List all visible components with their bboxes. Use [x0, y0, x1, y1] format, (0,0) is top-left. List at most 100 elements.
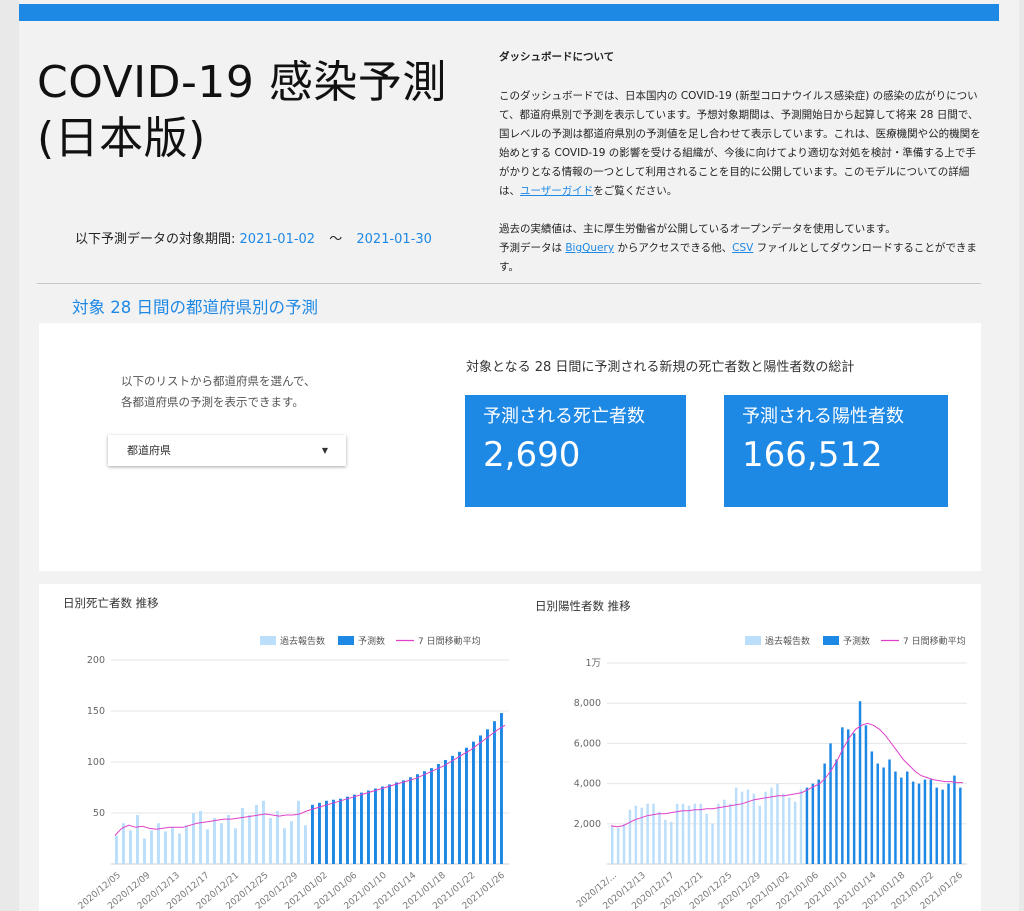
period-label: 以下予測データの対象期間: [75, 232, 236, 247]
forecast-bar [465, 747, 468, 864]
past-bar [164, 831, 167, 864]
past-bar [799, 789, 803, 864]
dropdown-value: 都道府県 [127, 444, 171, 457]
page-title: COVID-19 感染予測 (日本版) [37, 57, 447, 164]
positives-kpi-card: 予測される陽性者数 166,512 [724, 395, 948, 507]
kpi-label: 予測される死亡者数 [483, 406, 645, 427]
forecast-bar [953, 775, 956, 864]
forecast-bar [923, 779, 927, 864]
forecast-bar [805, 787, 809, 864]
instruction-line: 以下のリストから都道府県を選んで、 [121, 374, 316, 388]
forecast-bar [817, 779, 820, 864]
past-bar [711, 823, 714, 864]
y-tick-label: 100 [87, 757, 105, 768]
past-bar [290, 821, 293, 864]
forecast-period: 以下予測データの対象期間: 2021-01-02 〜 2021-01-30 [75, 228, 432, 247]
past-bar [227, 815, 230, 864]
selector-instruction: 以下のリストから都道府県を選んで、 各都道府県の予測を表示できます。 [121, 371, 381, 413]
past-bar [681, 803, 685, 864]
past-bar [729, 803, 732, 864]
csv-link[interactable]: CSV [732, 242, 753, 254]
charts-card: 日別死亡者数 推移 過去報告数 予測数 7 日間移動平均 50 100 150 200 202… [39, 584, 981, 911]
past-bar [699, 803, 702, 864]
deaths-kpi-card: 予測される死亡者数 2,690 [465, 395, 686, 507]
y-tick-label: 200 [87, 655, 105, 666]
past-bar [150, 830, 153, 864]
past-bar [136, 815, 139, 864]
forecast-bar [811, 783, 815, 864]
forecast-bar [894, 771, 897, 864]
past-bar [675, 803, 679, 864]
forecast-bar [906, 771, 909, 864]
forecast-bar [852, 733, 856, 864]
bigquery-link[interactable]: BigQuery [565, 242, 614, 254]
past-bar [640, 807, 643, 864]
period-separator: 〜 [329, 232, 343, 247]
data-source-text: 過去の実績値は、主に厚生労働省が公開しているオープンデータを使用しています。 [499, 223, 896, 235]
forecast-bar [500, 713, 503, 864]
forecast-bar [325, 800, 328, 864]
past-bar [122, 823, 125, 864]
past-bar [658, 811, 661, 864]
past-bar [297, 800, 300, 864]
past-bar [687, 805, 691, 864]
past-bar [143, 838, 146, 864]
top-accent-bar [19, 4, 999, 21]
caret-down-icon: ▼ [321, 446, 328, 455]
data-access-text-2: からアクセスできる他、 [614, 242, 733, 254]
past-bar [129, 830, 132, 864]
forecast-bar [367, 790, 370, 864]
past-bar [199, 810, 202, 864]
legend-average-label: 7 日間移動平均 [418, 635, 481, 647]
past-bar [248, 815, 251, 864]
forecast-bar [479, 735, 482, 864]
about-heading: ダッシュボードについて [499, 51, 615, 63]
past-bar [304, 825, 307, 864]
past-bar [611, 825, 614, 864]
past-bar [185, 825, 188, 864]
positives-chart-title: 日別陽性者数 推移 [535, 599, 631, 613]
legend-past-label: 過去報告数 [765, 635, 810, 647]
forecast-bar [882, 767, 885, 864]
past-bar [788, 797, 791, 864]
y-tick-label: 4,000 [574, 779, 601, 790]
forecast-bar [911, 781, 915, 864]
y-tick-label: 8,000 [574, 698, 601, 709]
user-guide-link[interactable]: ユーザーガイド [520, 185, 593, 197]
forecast-bar [458, 751, 461, 864]
past-bar [206, 829, 209, 864]
forecast-summary-card: 以下のリストから都道府県を選んで、 各都道府県の予測を表示できます。 都道府県 … [39, 323, 981, 571]
forecast-bar [472, 741, 475, 864]
past-bar [269, 818, 272, 864]
forecast-bar [339, 798, 342, 864]
kpi-value: 2,690 [483, 435, 581, 475]
past-bar [634, 805, 638, 864]
header-divider [37, 283, 981, 284]
forecast-bar [917, 783, 921, 864]
forecast-bar [888, 759, 891, 864]
prefecture-dropdown[interactable]: 都道府県 ▼ [108, 435, 346, 466]
past-bar [283, 828, 286, 864]
past-bar [770, 787, 773, 864]
forecast-bar [486, 729, 489, 864]
past-bar [276, 810, 279, 864]
past-bar [752, 793, 756, 864]
forecast-bar [395, 782, 398, 864]
forecast-bar [959, 787, 962, 864]
forecast-bar [374, 788, 377, 864]
past-bar [746, 789, 750, 864]
past-bar [616, 827, 620, 864]
positives-chart: 過去報告数 予測数 7 日間移動平均2,0004,0006,0008,0001万20… [574, 635, 967, 911]
forecast-bar [941, 789, 944, 864]
forecast-bar [416, 774, 419, 864]
moving-average-line [610, 722, 963, 828]
past-bar [262, 800, 265, 864]
past-bar [628, 809, 632, 864]
about-text: このダッシュボードでは、日本国内の COVID-19 (新型コロナウイルス感染症… [499, 90, 981, 197]
y-tick-label: 2,000 [574, 819, 601, 830]
past-bar [764, 791, 767, 864]
instruction-line: 各都道府県の予測を表示できます。 [121, 395, 304, 409]
past-bar [622, 823, 626, 864]
forecast-bar [864, 725, 868, 864]
forecast-bar [444, 759, 447, 864]
